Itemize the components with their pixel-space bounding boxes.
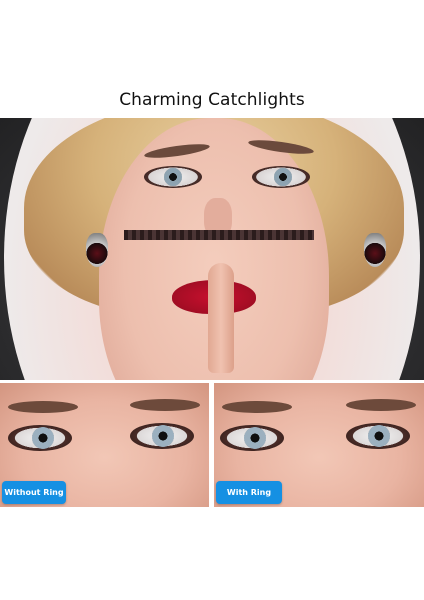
page-title: Charming Catchlights xyxy=(119,90,305,110)
right-earring xyxy=(364,233,386,267)
left-iris xyxy=(164,168,182,186)
right-iris xyxy=(274,168,292,186)
left-earring xyxy=(86,233,108,267)
right-brow xyxy=(346,399,416,411)
left-brow xyxy=(222,401,292,413)
finger xyxy=(208,263,234,373)
right-iris xyxy=(152,425,174,447)
without-ring-light-badge: Without Ring Light xyxy=(2,481,66,520)
left-brow xyxy=(8,401,78,413)
lace-collar xyxy=(124,230,314,240)
left-iris xyxy=(32,427,54,449)
right-iris xyxy=(368,425,390,447)
with-ring-light-badge: With Ring Light xyxy=(216,481,282,520)
ring-light-circle xyxy=(4,118,420,380)
right-brow xyxy=(130,399,200,411)
hero-image xyxy=(0,118,424,380)
left-iris xyxy=(244,427,266,449)
